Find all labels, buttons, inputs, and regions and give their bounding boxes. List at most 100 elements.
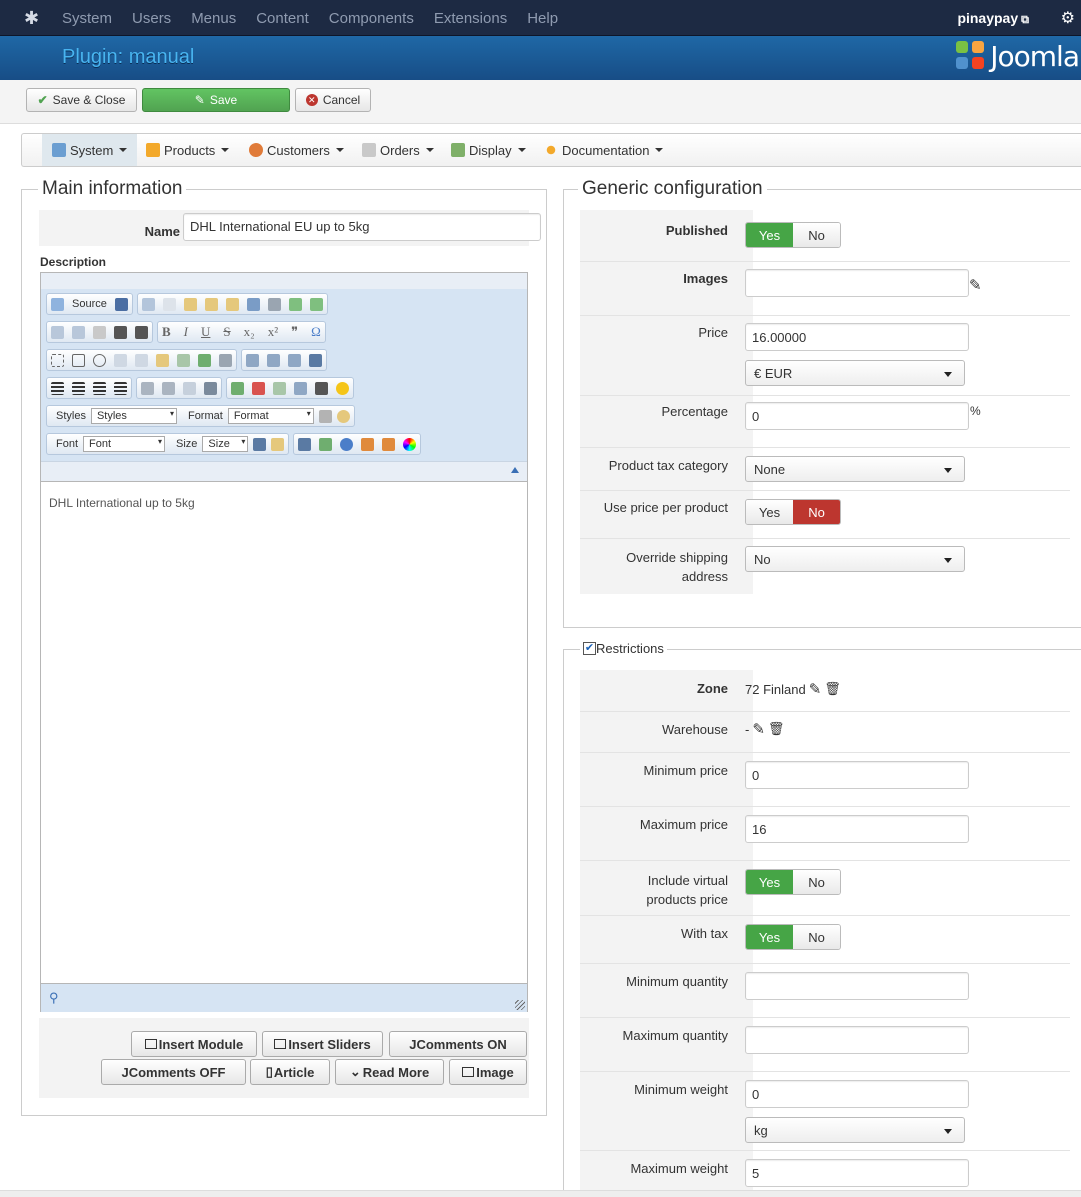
with-tax-no[interactable]: No — [793, 925, 840, 949]
max-price-input[interactable]: 16 — [745, 815, 969, 843]
align-center-icon[interactable] — [72, 381, 85, 395]
bold-icon[interactable]: B — [162, 324, 171, 340]
max-weight-input[interactable]: 5 — [745, 1159, 969, 1187]
with-tax-toggle[interactable]: Yes No — [745, 924, 841, 950]
published-no[interactable]: No — [793, 223, 840, 247]
scayt-icon[interactable] — [309, 297, 323, 311]
image-icon[interactable] — [231, 381, 244, 395]
price-per-product-toggle[interactable]: Yes No — [745, 499, 841, 525]
price-input[interactable]: 16.00000 — [745, 323, 969, 351]
justify-icon[interactable] — [114, 381, 127, 395]
subnav-documentation[interactable]: Documentation — [544, 134, 664, 166]
magnifier-icon[interactable] — [336, 409, 350, 423]
eraser-icon[interactable] — [93, 325, 106, 339]
gear-icon[interactable]: ⚙ — [1061, 8, 1075, 28]
unlink-icon[interactable] — [162, 381, 175, 395]
templates-icon[interactable] — [361, 437, 375, 451]
flash-icon[interactable] — [252, 381, 265, 395]
price-per-product-yes[interactable]: Yes — [746, 500, 793, 524]
subnav-system[interactable]: System — [42, 134, 138, 166]
replace-icon[interactable] — [135, 325, 148, 339]
checkbox-icon[interactable] — [72, 353, 85, 367]
print-icon[interactable] — [267, 297, 281, 311]
button-icon[interactable] — [177, 353, 190, 367]
menu-content[interactable]: Content — [256, 10, 309, 27]
image-button-icon[interactable] — [198, 353, 211, 367]
paste-text-icon[interactable] — [204, 297, 218, 311]
hidden-field-icon[interactable] — [219, 353, 232, 367]
anchor-icon[interactable] — [204, 381, 217, 395]
superscript-icon[interactable]: x² — [268, 324, 278, 340]
underline-icon[interactable]: U — [201, 324, 210, 340]
pencil-icon[interactable]: ✎ — [752, 720, 765, 738]
min-qty-input[interactable] — [745, 972, 969, 1000]
currency-select[interactable]: € EUR — [745, 360, 965, 386]
link-icon[interactable] — [141, 381, 154, 395]
collapse-toolbar-icon[interactable] — [511, 467, 519, 473]
paste-word-icon[interactable] — [225, 297, 239, 311]
show-blocks-icon[interactable] — [318, 409, 332, 423]
images-input[interactable] — [745, 269, 969, 297]
menu-system[interactable]: System — [62, 10, 112, 27]
percentage-input[interactable]: 0 — [745, 402, 969, 430]
special-char-icon[interactable]: Ω — [311, 324, 321, 340]
name-input[interactable]: DHL International EU up to 5kg — [183, 213, 541, 241]
trash-icon[interactable]: 🗑 — [824, 681, 841, 697]
source-button[interactable]: Source — [46, 293, 133, 315]
tax-select[interactable]: None — [745, 456, 965, 482]
format-dropdown[interactable]: Format ▾ — [227, 408, 314, 424]
save-icon[interactable] — [114, 297, 128, 311]
spellcheck-icon[interactable] — [288, 297, 302, 311]
with-tax-yes[interactable]: Yes — [746, 925, 793, 949]
trash-icon[interactable]: 🗑 — [768, 721, 785, 737]
textarea-icon[interactable] — [135, 353, 148, 367]
undo-icon[interactable] — [51, 325, 64, 339]
size-dropdown[interactable]: Size ▾ — [202, 436, 249, 452]
redo-icon[interactable] — [72, 325, 85, 339]
weight-unit-select[interactable]: kg — [745, 1117, 965, 1143]
zoom-icon[interactable]: ⚲ — [49, 990, 59, 1006]
smiley-icon[interactable] — [336, 381, 349, 395]
virtual-yes[interactable]: Yes — [746, 870, 793, 894]
radio-icon[interactable] — [93, 353, 106, 367]
color-wheel-icon[interactable] — [403, 437, 417, 451]
align-right-icon[interactable] — [93, 381, 106, 395]
styles-dropdown[interactable]: Styles ▾ — [90, 408, 177, 424]
numbered-list-icon[interactable] — [246, 353, 259, 367]
text-color-icon[interactable] — [253, 437, 267, 451]
indent-icon[interactable] — [309, 353, 322, 367]
table-icon[interactable] — [273, 381, 286, 395]
jcomments-off-button[interactable]: JComments OFF — [101, 1059, 246, 1085]
pencil-icon[interactable]: ✎ — [969, 276, 982, 294]
subnav-products[interactable]: Products — [146, 134, 230, 166]
hr-icon[interactable] — [294, 381, 307, 395]
select-icon[interactable] — [156, 353, 169, 367]
override-select[interactable]: No — [745, 546, 965, 572]
paste-template-icon[interactable] — [382, 437, 396, 451]
select-all-icon[interactable] — [246, 297, 260, 311]
joomla-logo-icon[interactable]: ✱ — [24, 9, 42, 27]
subnav-customers[interactable]: Customers — [249, 134, 344, 166]
font-dropdown[interactable]: Font ▾ — [83, 436, 166, 452]
italic-icon[interactable]: I — [184, 324, 188, 340]
menu-extensions[interactable]: Extensions — [434, 10, 507, 27]
max-qty-input[interactable] — [745, 1026, 969, 1054]
about-icon[interactable] — [340, 437, 354, 451]
strike-icon[interactable]: S — [223, 324, 230, 340]
price-per-product-no[interactable]: No — [793, 500, 840, 524]
editor-content-area[interactable]: DHL International up to 5kg — [41, 481, 527, 983]
cut-icon[interactable] — [141, 297, 155, 311]
min-price-input[interactable]: 0 — [745, 761, 969, 789]
anchor-link-icon[interactable] — [183, 381, 196, 395]
find-icon[interactable] — [114, 325, 127, 339]
save-button[interactable]: ✎ Save — [142, 88, 290, 112]
align-left-icon[interactable] — [51, 381, 64, 395]
insert-module-button[interactable]: Insert Module — [131, 1031, 257, 1057]
subscript-icon[interactable]: x₂ — [244, 324, 255, 340]
article-button[interactable]: ▯ Article — [250, 1059, 330, 1085]
preview-icon[interactable] — [319, 437, 333, 451]
menu-menus[interactable]: Menus — [191, 10, 236, 27]
jcomments-on-button[interactable]: JComments ON — [389, 1031, 527, 1057]
menu-components[interactable]: Components — [329, 10, 414, 27]
restrictions-checkbox[interactable]: ✔ — [583, 642, 596, 655]
